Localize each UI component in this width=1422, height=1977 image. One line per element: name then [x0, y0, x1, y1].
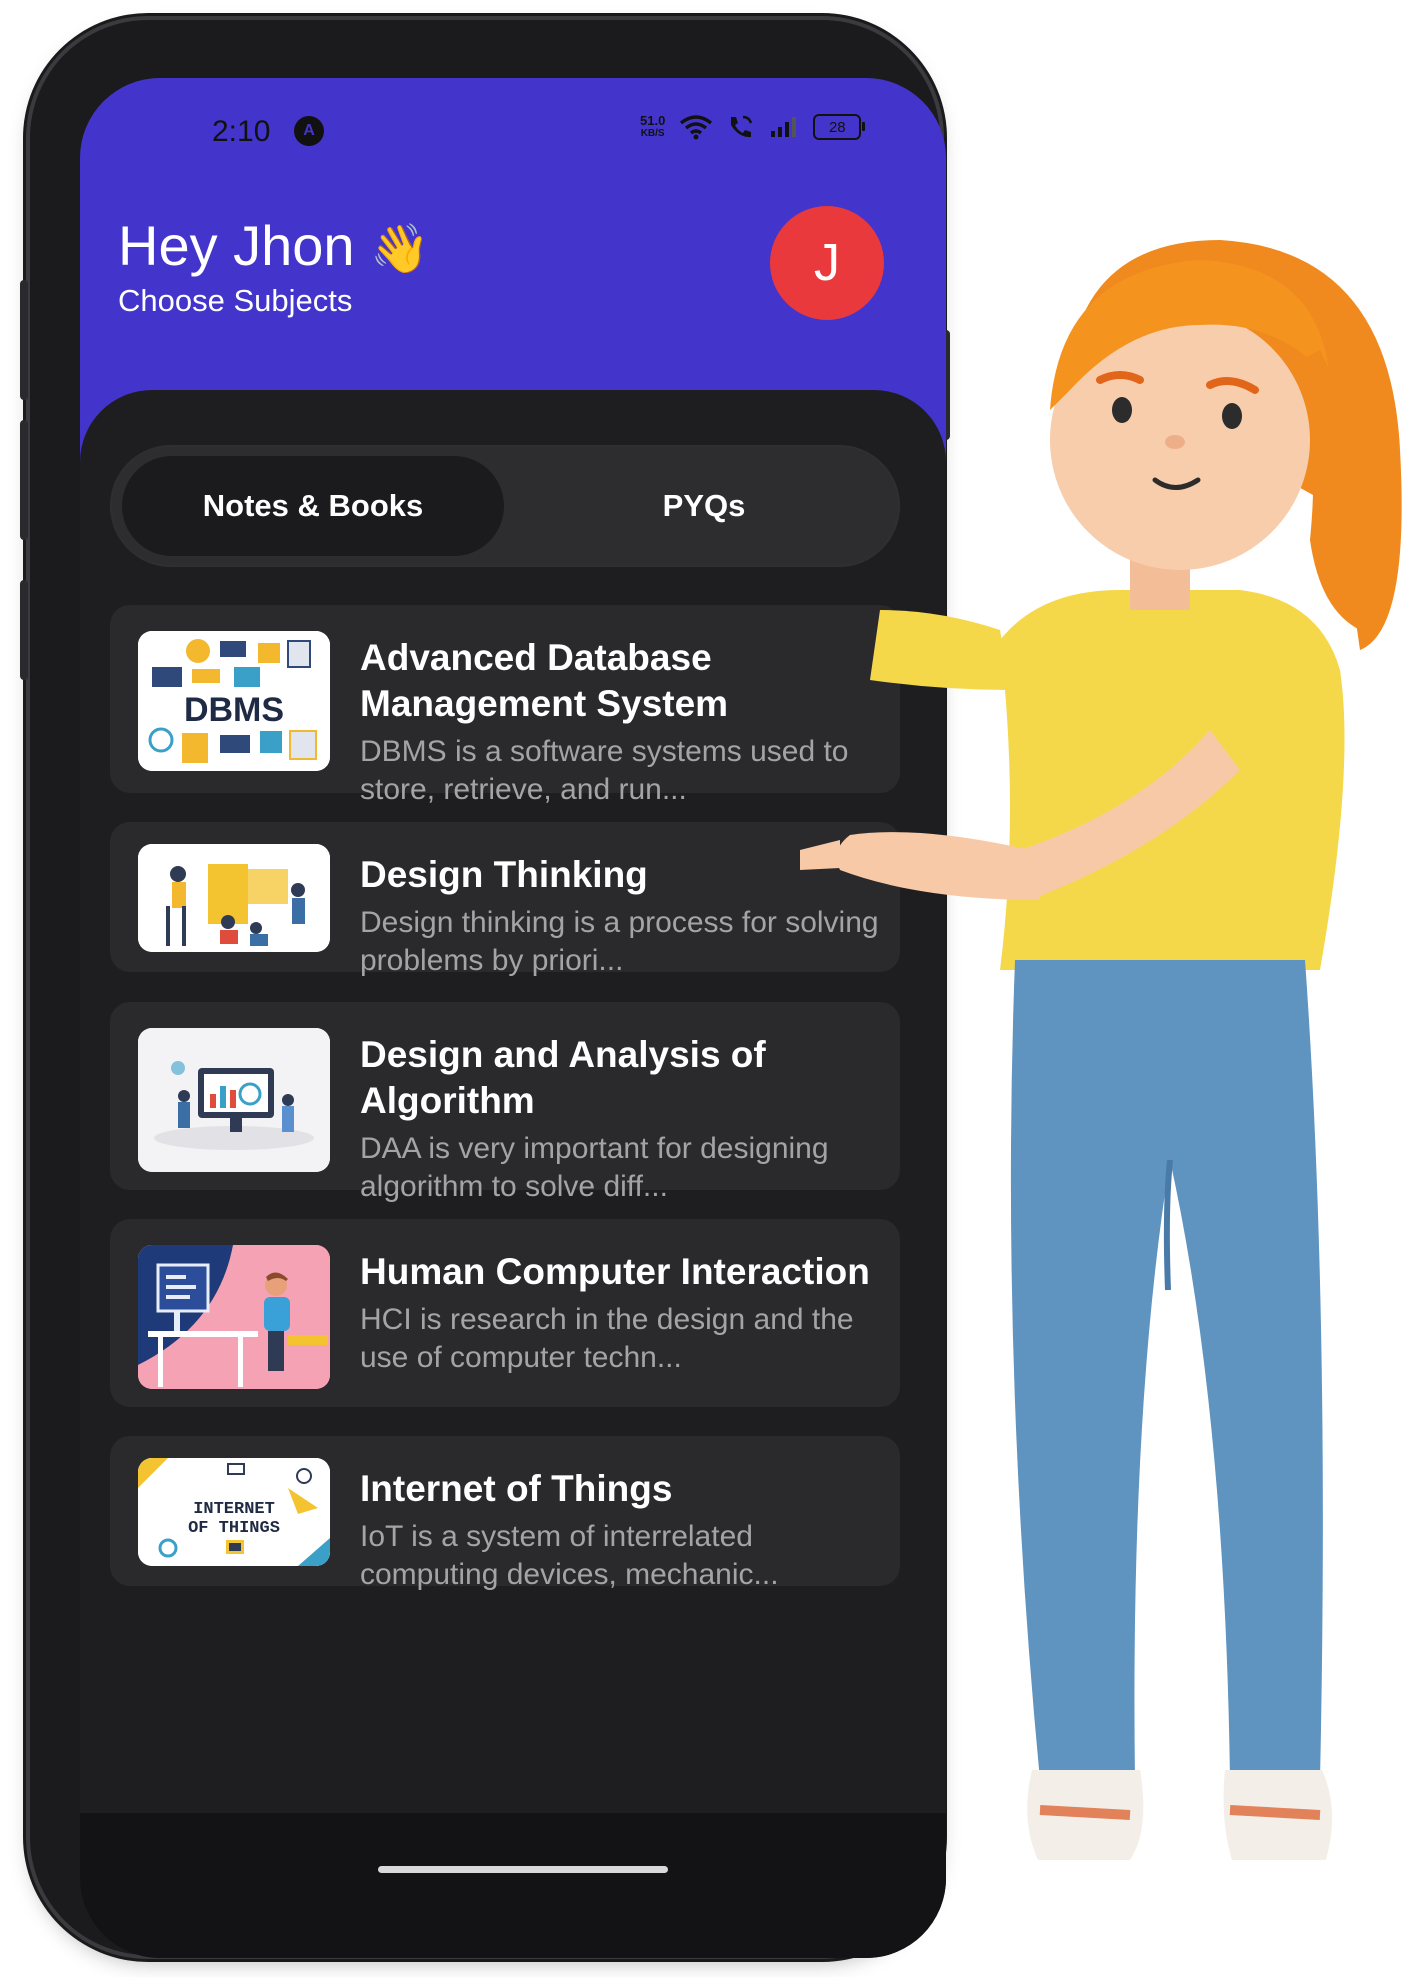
network-speed-unit: KB/S: [640, 128, 665, 139]
iot-illustration: INTERNET OF THINGS: [138, 1458, 330, 1566]
algorithm-thumbnail: [138, 1028, 330, 1172]
hci-illustration: [138, 1245, 330, 1389]
wifi-calling-icon: [731, 115, 753, 138]
algorithm-illustration: [138, 1028, 330, 1172]
subject-card[interactable]: Human Computer Interaction HCI is resear…: [110, 1219, 900, 1407]
home-indicator[interactable]: [378, 1866, 668, 1873]
iot-thumbnail-label-line2: OF THINGS: [188, 1519, 280, 1538]
dbms-thumbnail-label: DBMS: [184, 691, 284, 729]
tab-switcher: Notes & Books PYQs: [110, 445, 900, 567]
fingers: [800, 840, 840, 870]
status-bar: 2:10 A 51.0 KB/S 28: [80, 78, 946, 188]
dbms-illustration: DBMS: [138, 631, 330, 771]
left-shoe-stripe: [1039, 1805, 1131, 1820]
status-time: 2:10: [212, 115, 271, 148]
right-eye: [1222, 403, 1242, 429]
iot-thumbnail: INTERNET OF THINGS: [138, 1458, 330, 1566]
network-speed-value: 51.0: [640, 113, 666, 128]
hci-thumbnail: [138, 1245, 330, 1389]
wifi-icon: [680, 115, 713, 140]
pants: [1010, 960, 1323, 1780]
subject-card[interactable]: Design Thinking Design thinking is a pro…: [110, 822, 900, 977]
battery-icon: 28: [813, 114, 866, 140]
hand: [836, 832, 1040, 900]
cartoon-girl-illustration: [800, 240, 1402, 1860]
volume-button: [20, 280, 28, 400]
side-button: [20, 580, 28, 680]
design-thinking-thumbnail: [138, 844, 330, 952]
greeting-heading: Hey Jhon 👋: [118, 213, 430, 278]
design-thinking-illustration: [138, 844, 330, 952]
network-speed: 51.0 KB/S: [640, 114, 665, 140]
wave-hand-icon: 👋: [370, 223, 430, 276]
subject-card[interactable]: INTERNET OF THINGS Internet of Things Io…: [110, 1436, 900, 1591]
page-subtitle: Choose Subjects: [118, 283, 353, 318]
right-shoe-stripe: [1229, 1805, 1321, 1820]
signal-icon: [771, 117, 797, 137]
sleeve: [870, 610, 1010, 690]
status-icons: 51.0 KB/S 28: [640, 114, 866, 140]
greeting-text: Hey Jhon: [118, 214, 355, 277]
subject-card[interactable]: Design and Analysis of Algorithm DAA is …: [110, 1002, 900, 1203]
dbms-thumbnail: DBMS: [138, 631, 330, 771]
volume-button: [20, 420, 28, 540]
nose: [1165, 435, 1185, 449]
pants-seam: [1163, 1159, 1173, 1291]
notification-a-icon: A: [294, 116, 324, 146]
left-eye: [1112, 397, 1132, 423]
tab-notes-books[interactable]: Notes & Books: [122, 456, 504, 556]
subject-card[interactable]: DBMS Advanced Database Management System…: [110, 605, 900, 806]
iot-thumbnail-label-line1: INTERNET: [193, 1500, 275, 1519]
